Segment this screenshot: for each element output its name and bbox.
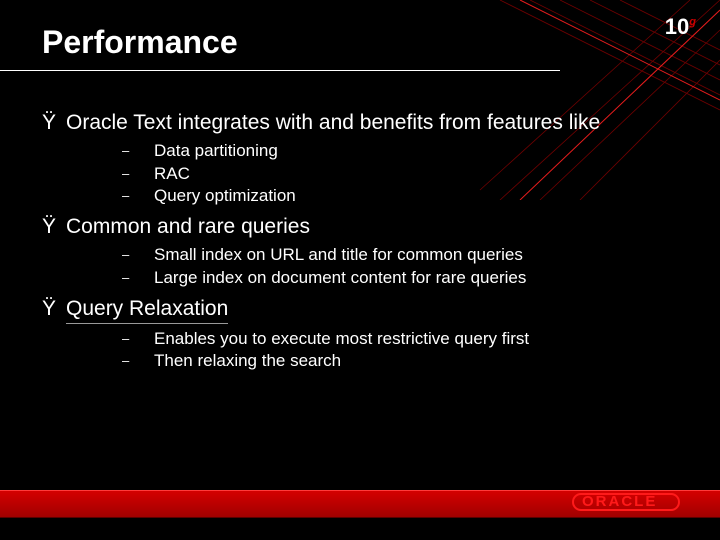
bullet2-text: RAC (154, 163, 190, 186)
bullet1-text: Query Relaxation (66, 296, 228, 324)
bullet-level1: Ÿ Common and rare queries (42, 214, 690, 240)
sublist: – Enables you to execute most restrictiv… (122, 328, 690, 374)
bullet2-marker: – (122, 350, 154, 370)
bullet2-marker: – (122, 244, 154, 264)
bullet-level1: Ÿ Query Relaxation (42, 296, 690, 324)
bullet1-marker: Ÿ (42, 214, 66, 240)
bullet2-marker: – (122, 267, 154, 287)
slide-title: Performance (42, 24, 238, 61)
bullet2-marker: – (122, 140, 154, 160)
sublist: – Data partitioning – RAC – Query optimi… (122, 140, 690, 209)
oracle-logo-text: ORACLE (582, 493, 657, 510)
bullet2-marker: – (122, 163, 154, 183)
oracle-logo: ORACLE (572, 492, 692, 514)
bullet-level2: – Enables you to execute most restrictiv… (122, 328, 690, 351)
bullet2-marker: – (122, 185, 154, 205)
bullet2-text: Then relaxing the search (154, 350, 341, 373)
bullet1-marker: Ÿ (42, 110, 66, 136)
bullet-level2: – Large index on document content for ra… (122, 267, 690, 290)
bullet2-text: Enables you to execute most restrictive … (154, 328, 529, 351)
bullet-level2: – Query optimization (122, 185, 690, 208)
bullet1-text: Common and rare queries (66, 214, 310, 240)
bullet1-marker: Ÿ (42, 296, 66, 322)
product-badge-sup: g (689, 16, 696, 28)
product-badge-num: 10 (665, 14, 689, 39)
title-underline (0, 70, 560, 71)
product-badge: 10g (665, 14, 696, 40)
bullet-level2: – Data partitioning (122, 140, 690, 163)
bullet-level1: Ÿ Oracle Text integrates with and benefi… (42, 110, 690, 136)
bullet2-text: Query optimization (154, 185, 296, 208)
bullet-level2: – Then relaxing the search (122, 350, 690, 373)
sublist: – Small index on URL and title for commo… (122, 244, 690, 290)
bullet1-text: Oracle Text integrates with and benefits… (66, 110, 600, 136)
bullet2-text: Large index on document content for rare… (154, 267, 526, 290)
bullet2-marker: – (122, 328, 154, 348)
bullet-level2: – Small index on URL and title for commo… (122, 244, 690, 267)
slide-body: Ÿ Oracle Text integrates with and benefi… (42, 110, 690, 379)
bullet-level2: – RAC (122, 163, 690, 186)
bullet2-text: Small index on URL and title for common … (154, 244, 523, 267)
bullet2-text: Data partitioning (154, 140, 278, 163)
